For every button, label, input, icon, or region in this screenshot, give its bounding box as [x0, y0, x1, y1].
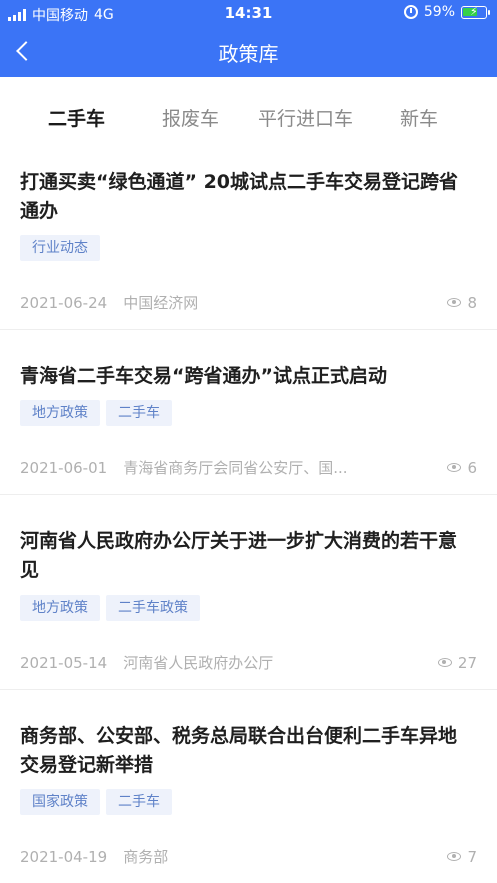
view-count: 8: [467, 293, 477, 312]
article-source: 青海省商务厅会同省公安厅、国...: [123, 459, 348, 477]
article-date: 2021-06-24: [20, 293, 108, 312]
article-meta: 2021-06-24 中国经济网 8: [20, 292, 477, 313]
view-count: 27: [457, 653, 477, 672]
page-title: 政策库: [218, 42, 279, 66]
article-source: 商务部: [123, 848, 169, 866]
tag-list: 地方政策 二手车政策: [20, 595, 200, 621]
article-date: 2021-06-01: [20, 458, 108, 477]
battery-icon: ⚡: [461, 5, 490, 19]
eye-icon: [447, 852, 462, 861]
tag: 地方政策: [20, 595, 100, 621]
article-title: 青海省二手车交易“跨省通办”试点正式启动: [20, 365, 387, 387]
article-meta: 2021-06-01 青海省商务厅会同省公安厅、国... 6: [20, 457, 477, 478]
top-bar: 中国移动 4G 14:31 59% ⚡ 政策库: [0, 0, 497, 77]
tag: 国家政策: [20, 789, 100, 815]
article-meta: 2021-05-14 河南省人民政府办公厅 27: [20, 652, 477, 673]
article-date: 2021-04-19: [20, 847, 108, 866]
tab-scrap-car[interactable]: 报废车: [162, 104, 219, 131]
tag: 二手车: [106, 400, 172, 426]
article-meta: 2021-04-19 商务部 7: [20, 846, 477, 867]
article-title: 河南省人民政府办公厅关于进一步扩大消费的若干意见: [20, 530, 458, 581]
article-source: 河南省人民政府办公厅: [123, 654, 274, 672]
list-item[interactable]: 河南省人民政府办公厅关于进一步扩大消费的若干意见 地方政策 二手车政策 2021…: [0, 495, 497, 690]
tab-parallel-import[interactable]: 平行进口车: [258, 104, 353, 131]
view-count: 7: [467, 847, 477, 866]
tag: 二手车: [106, 789, 172, 815]
nav-bar: 政策库: [0, 26, 497, 77]
tab-used-car[interactable]: 二手车: [48, 104, 105, 131]
tag-list: 地方政策 二手车: [20, 400, 172, 426]
view-count: 6: [467, 458, 477, 477]
category-tabs: 二手车 报废车 平行进口车 新车: [0, 96, 497, 138]
back-button[interactable]: [10, 36, 40, 66]
tag: 二手车政策: [106, 595, 200, 621]
tab-new-car[interactable]: 新车: [400, 104, 438, 131]
eye-icon: [437, 658, 452, 667]
article-date: 2021-05-14: [20, 653, 108, 672]
tag-list: 行业动态: [20, 235, 100, 261]
eye-icon: [447, 463, 462, 472]
list-item[interactable]: 商务部、公安部、税务总局联合出台便利二手车异地交易登记新举措 国家政策 二手车 …: [0, 690, 497, 883]
article-source: 中国经济网: [123, 294, 199, 312]
status-bar: 中国移动 4G 14:31 59% ⚡: [0, 0, 497, 26]
eye-icon: [447, 298, 462, 307]
article-title: 商务部、公安部、税务总局联合出台便利二手车异地交易登记新举措: [20, 725, 458, 776]
list-item[interactable]: 打通买卖“绿色通道” 20城试点二手车交易登记跨省通办 行业动态 2021-06…: [0, 160, 497, 330]
article-title: 打通买卖“绿色通道” 20城试点二手车交易登记跨省通办: [20, 171, 459, 222]
battery-percent: 59%: [423, 4, 455, 20]
tag-list: 国家政策 二手车: [20, 789, 172, 815]
list-item[interactable]: 青海省二手车交易“跨省通办”试点正式启动 地方政策 二手车 2021-06-01…: [0, 330, 497, 495]
tag: 地方政策: [20, 400, 100, 426]
tag: 行业动态: [20, 235, 100, 261]
alarm-icon: [403, 5, 418, 19]
